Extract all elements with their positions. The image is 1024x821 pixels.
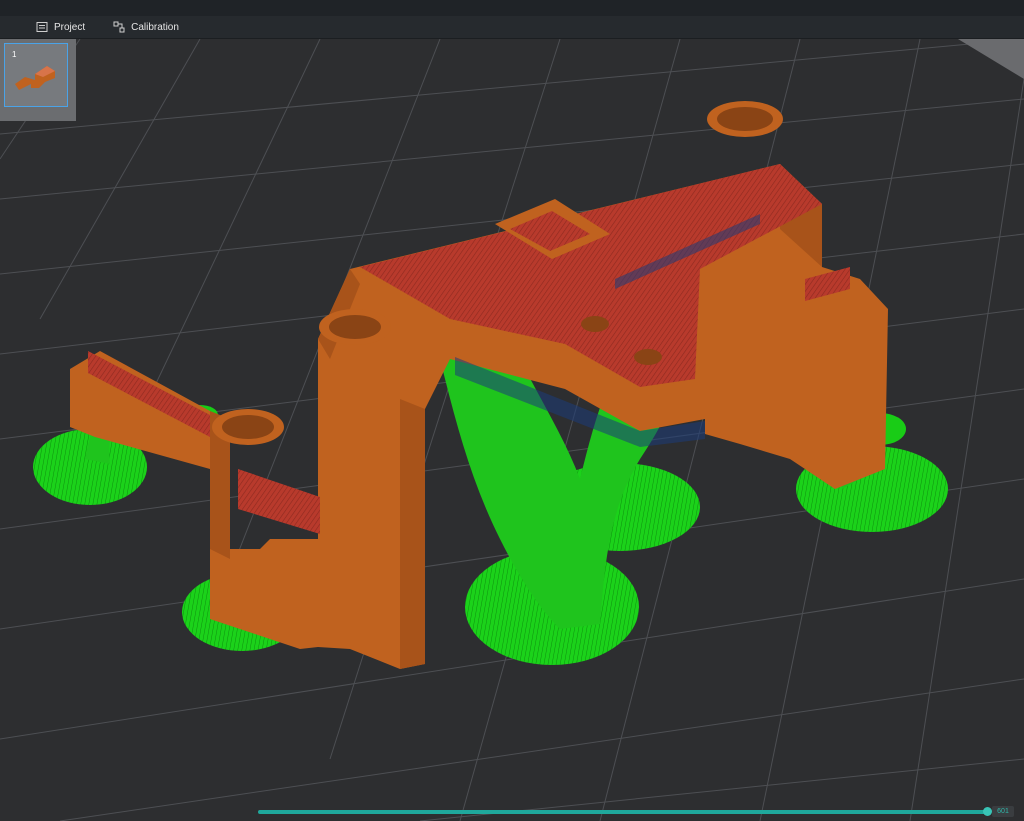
calibration-icon	[113, 21, 125, 33]
scene-svg	[0, 39, 1024, 821]
menu-calibration-label: Calibration	[131, 21, 179, 33]
layer-slider-handle[interactable]	[983, 807, 992, 816]
layer-slider-value: 601	[992, 806, 1014, 817]
plate-thumbnail-panel: 1	[0, 39, 76, 121]
menu-calibration[interactable]: Calibration	[111, 16, 181, 38]
menu-project-label: Project	[54, 21, 86, 33]
title-strip	[0, 0, 1024, 16]
3d-viewport[interactable]	[0, 39, 1024, 821]
plate-number: 1	[12, 50, 17, 59]
menubar: Project Calibration	[0, 16, 1024, 39]
slicer-app: Project Calibration 1 601	[0, 0, 1024, 821]
project-icon	[36, 22, 48, 32]
layer-slider-track[interactable]	[258, 810, 990, 814]
menu-project[interactable]: Project	[34, 16, 87, 38]
